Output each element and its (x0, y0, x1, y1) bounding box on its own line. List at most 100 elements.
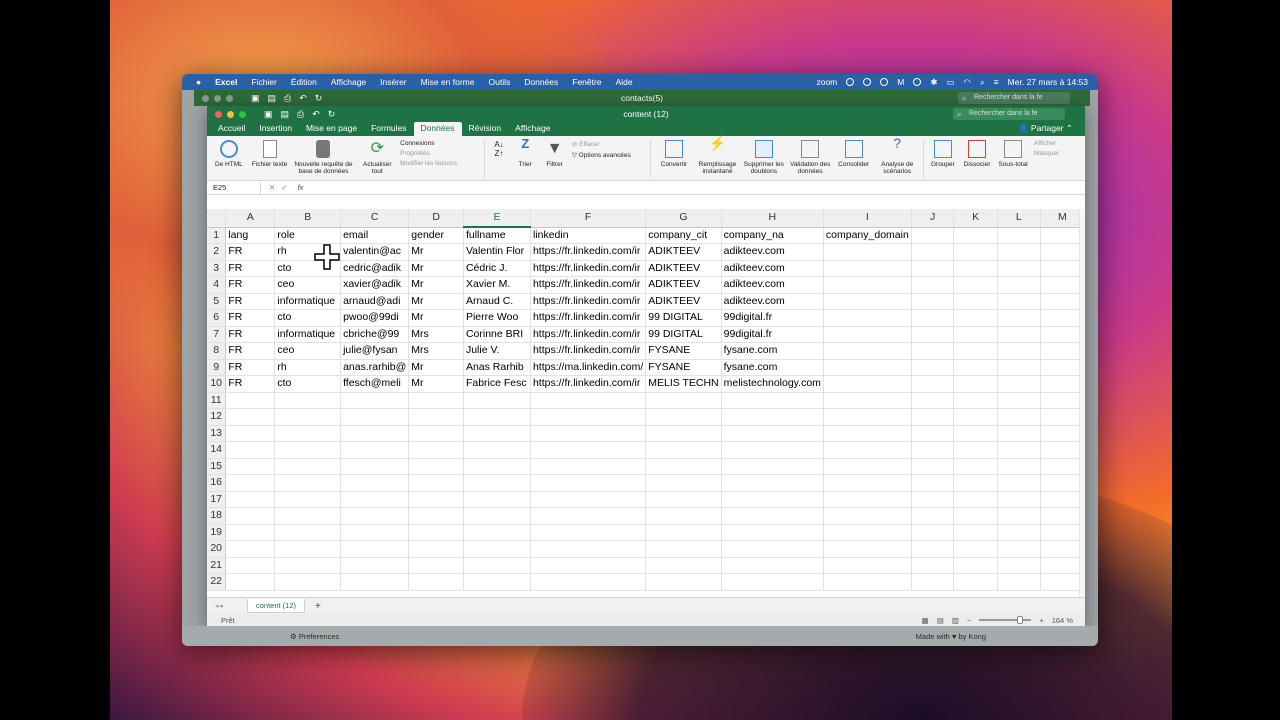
cell[interactable] (953, 309, 998, 327)
flash-fill-button[interactable]: ⚡ Remplissage instantané (697, 136, 738, 175)
cell[interactable]: Mr (408, 260, 464, 277)
cell[interactable] (408, 491, 464, 508)
row-header[interactable]: 20 (207, 540, 227, 558)
cell[interactable] (463, 392, 531, 409)
column-header-d[interactable]: D (408, 209, 464, 228)
cell[interactable] (721, 491, 824, 508)
cell[interactable]: 99digital.fr (721, 326, 824, 343)
cell[interactable]: Cédric J. (463, 260, 531, 277)
zoom-slider-thumb[interactable] (1017, 616, 1024, 624)
cell[interactable] (823, 260, 912, 277)
cell[interactable]: https://fr.linkedin.com/ir (530, 243, 647, 261)
cell[interactable]: informatique (274, 326, 342, 343)
cell[interactable] (823, 392, 912, 409)
ungroup-button[interactable]: Dissocier (962, 140, 992, 168)
cell[interactable] (408, 507, 464, 525)
tab-donnees[interactable]: Données (413, 122, 462, 136)
cell[interactable] (721, 392, 824, 409)
sheet-nav-arrows[interactable]: ◂ ▸ (215, 602, 224, 610)
row-header[interactable]: 17 (207, 491, 227, 508)
cell[interactable] (530, 491, 647, 508)
cell[interactable] (823, 309, 912, 327)
sheet-tab-content[interactable]: content (12) (247, 599, 306, 613)
cell[interactable] (340, 425, 410, 442)
cell[interactable] (408, 557, 464, 574)
cell[interactable]: Julie V. (463, 342, 531, 360)
cell[interactable]: https://fr.linkedin.com/ir (530, 309, 647, 327)
cell[interactable]: Corinne BRI (463, 326, 531, 343)
cell[interactable]: ceo (274, 342, 342, 360)
cell[interactable] (823, 573, 912, 591)
cell[interactable] (340, 573, 410, 591)
row-header[interactable]: 18 (207, 507, 227, 525)
cell[interactable] (911, 557, 955, 574)
zoom-slider[interactable] (979, 616, 1032, 624)
row-header[interactable]: 12 (207, 408, 227, 426)
column-header-b[interactable]: B (274, 209, 342, 228)
cell[interactable] (911, 540, 955, 558)
cell[interactable]: Mr (408, 293, 464, 310)
cell[interactable]: Anas Rarhib (463, 359, 531, 376)
cell[interactable] (953, 243, 998, 261)
cell[interactable]: cbriche@99 (340, 326, 410, 343)
cell[interactable] (340, 408, 410, 426)
cell[interactable] (1040, 243, 1085, 261)
cell[interactable] (823, 474, 912, 492)
cell[interactable] (1040, 326, 1085, 343)
cell[interactable]: gender (408, 227, 464, 244)
cell[interactable]: FR (225, 359, 276, 376)
cell[interactable] (274, 392, 342, 409)
cell[interactable] (997, 293, 1041, 310)
cell[interactable] (408, 524, 464, 541)
cell[interactable] (340, 540, 410, 558)
cell[interactable] (340, 458, 410, 475)
cell[interactable] (911, 573, 955, 591)
cell[interactable] (953, 573, 998, 591)
cell[interactable] (911, 375, 955, 393)
cell[interactable]: fysane.com (721, 342, 824, 360)
column-header-j[interactable]: J (911, 209, 955, 228)
cell[interactable] (721, 408, 824, 426)
row-header[interactable]: 5 (207, 293, 227, 310)
cell[interactable] (463, 458, 531, 475)
subtotal-button[interactable]: Sous-total (997, 140, 1029, 168)
cell[interactable] (645, 557, 722, 574)
text-file-button[interactable]: Fichier texte (252, 140, 288, 168)
tab-formules[interactable]: Formules (364, 122, 413, 136)
menu-affichage[interactable]: Affichage (331, 77, 366, 87)
cell[interactable] (225, 540, 276, 558)
cell[interactable] (823, 441, 912, 459)
cell[interactable] (997, 573, 1041, 591)
cell[interactable]: Fabrice Fesc (463, 375, 531, 393)
background-search-input[interactable]: ⌕ Rechercher dans la fe (958, 92, 1070, 104)
cell[interactable] (823, 507, 912, 525)
cell[interactable] (911, 342, 955, 360)
cell[interactable] (274, 441, 342, 459)
cell[interactable]: 99digital.fr (721, 309, 824, 327)
cell[interactable]: company_na (721, 227, 824, 244)
column-header-m[interactable]: M (1040, 209, 1085, 228)
cell[interactable] (1040, 276, 1085, 294)
cell[interactable] (1040, 408, 1085, 426)
connections-button[interactable]: Connexions (400, 140, 479, 147)
cell[interactable]: cto (274, 375, 342, 393)
cell[interactable] (911, 326, 955, 343)
preferences-link[interactable]: ⚙ Preferences (290, 632, 339, 641)
cell[interactable] (645, 491, 722, 508)
row-header[interactable]: 8 (207, 342, 227, 360)
cell[interactable]: adikteev.com (721, 260, 824, 277)
row-header[interactable]: 3 (207, 260, 227, 277)
cell[interactable] (340, 392, 410, 409)
cell[interactable] (645, 474, 722, 492)
menu-outils[interactable]: Outils (489, 77, 511, 87)
tab-mise-en-page[interactable]: Mise en page (299, 122, 364, 136)
row-header[interactable]: 19 (207, 524, 227, 541)
page-break-icon[interactable]: ▥ (952, 616, 959, 625)
cell[interactable]: https://fr.linkedin.com/ir (530, 260, 647, 277)
cell[interactable] (645, 441, 722, 459)
cell[interactable] (997, 458, 1041, 475)
cell[interactable]: 99 DIGITAL (645, 309, 722, 327)
cell[interactable]: ADIKTEEV (645, 260, 722, 277)
cell[interactable]: melistechnology.com (721, 375, 824, 393)
cell[interactable]: xavier@adik (340, 276, 410, 294)
